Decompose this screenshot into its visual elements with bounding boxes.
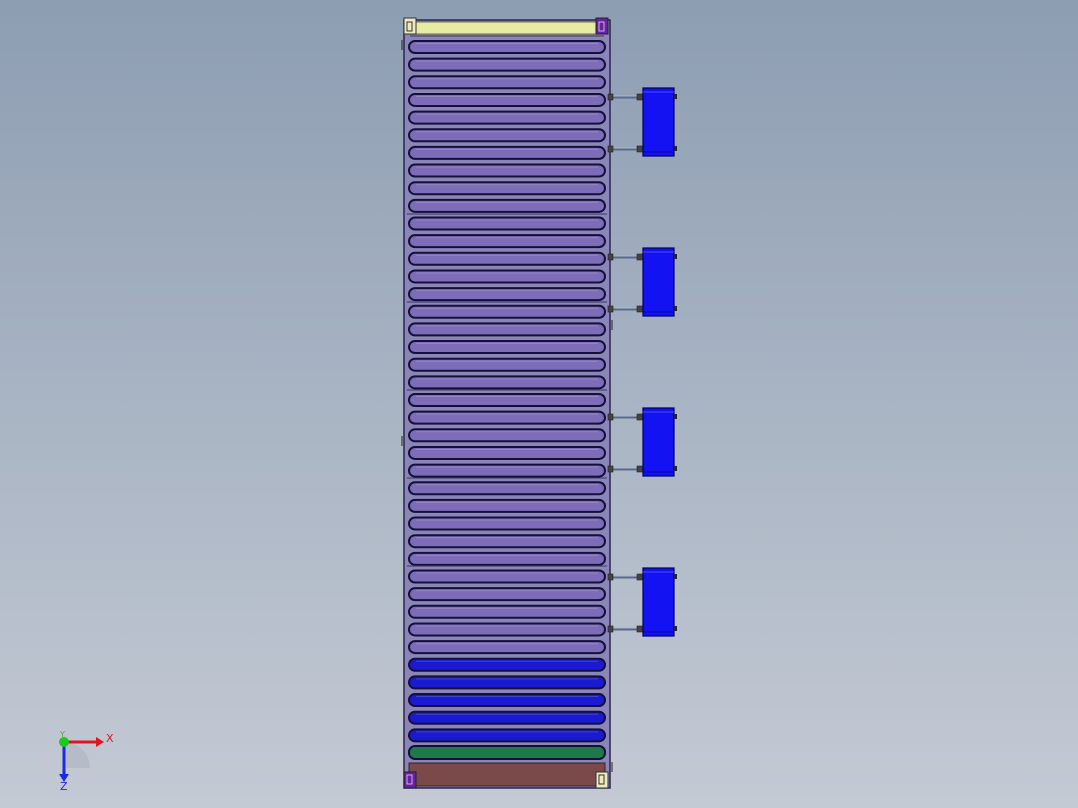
heat-tube xyxy=(408,40,606,54)
manifold-port xyxy=(674,306,677,311)
heat-tube xyxy=(408,728,606,743)
manifold-port xyxy=(674,254,677,259)
heat-tube xyxy=(408,163,606,178)
manifold-box xyxy=(642,247,675,317)
pipe-fitting xyxy=(607,465,614,473)
heat-tube xyxy=(408,445,606,460)
pipe-fitting xyxy=(607,145,614,153)
pipe-fitting xyxy=(636,93,644,101)
heat-tube xyxy=(408,693,606,708)
pipe-fitting xyxy=(607,93,614,101)
x-axis-head xyxy=(96,737,104,747)
pipe-fitting xyxy=(607,253,614,261)
heat-tube xyxy=(408,322,606,337)
pipe-fitting xyxy=(636,413,644,421)
heat-tube xyxy=(408,428,606,443)
heat-tube xyxy=(408,269,606,284)
heat-tube xyxy=(408,234,606,249)
heat-tube xyxy=(408,569,606,584)
heat-tube xyxy=(408,375,606,390)
heat-tube xyxy=(408,640,606,655)
corner-block-top-left xyxy=(403,17,417,35)
heat-tube xyxy=(408,304,606,319)
heat-tube xyxy=(408,393,606,407)
pipe-fitting xyxy=(636,573,644,581)
heat-tube xyxy=(408,145,606,160)
heat-tube xyxy=(408,587,606,602)
triad-plane-arc xyxy=(64,742,90,768)
heat-tube xyxy=(408,287,606,302)
heat-tube xyxy=(408,622,606,637)
manifold-port xyxy=(674,414,677,419)
heat-tube xyxy=(408,410,606,425)
heat-tube xyxy=(408,481,606,496)
heat-tube xyxy=(408,604,606,619)
bottom-block xyxy=(408,762,606,787)
heat-tube xyxy=(408,357,606,372)
manifold-port xyxy=(674,466,677,471)
heat-tube xyxy=(408,57,606,72)
heat-tube xyxy=(408,198,606,213)
manifold-box xyxy=(642,407,675,477)
heat-tube xyxy=(408,340,606,355)
top-bar xyxy=(409,21,605,35)
x-axis-label: X xyxy=(106,732,114,745)
pipe-fitting xyxy=(636,625,644,633)
corner-block-top-right xyxy=(595,17,609,35)
pipe-fitting xyxy=(607,625,614,633)
axis-triad: X Y Z xyxy=(59,730,114,793)
heat-tube xyxy=(408,534,606,549)
radiator-panel-model[interactable] xyxy=(0,0,1078,808)
heat-tube xyxy=(408,657,606,672)
heat-tube xyxy=(408,675,606,690)
heat-tube xyxy=(408,498,606,513)
corner-block-bottom-left xyxy=(403,771,417,789)
heat-tube xyxy=(408,710,606,725)
heat-tube xyxy=(408,110,606,125)
heat-tube xyxy=(408,251,606,266)
manifold-port xyxy=(674,626,677,631)
cad-graphics-viewport[interactable]: X Y Z xyxy=(0,0,1078,808)
heat-tube xyxy=(408,216,606,231)
manifold-port xyxy=(674,146,677,151)
green-tube xyxy=(408,745,606,760)
pipe-fitting xyxy=(607,305,614,313)
heat-tube xyxy=(408,92,606,107)
manifold-box xyxy=(642,87,675,157)
heat-tube xyxy=(408,128,606,143)
corner-block-bottom-right xyxy=(595,771,609,789)
pipe-fitting xyxy=(636,145,644,153)
manifold-port xyxy=(674,94,677,99)
y-axis-label: Y xyxy=(59,730,65,739)
heat-tube xyxy=(408,463,606,478)
heat-tube xyxy=(408,181,606,196)
pipe-fitting xyxy=(636,465,644,473)
pipe-fitting xyxy=(607,573,614,581)
heat-tube xyxy=(408,75,606,90)
manifold-port xyxy=(674,574,677,579)
manifold-box xyxy=(642,567,675,637)
pipe-fitting xyxy=(636,253,644,261)
z-axis-label: Z xyxy=(60,780,68,793)
pipe-fitting xyxy=(607,413,614,421)
heat-tube xyxy=(408,551,606,566)
pipe-fitting xyxy=(636,305,644,313)
heat-tube xyxy=(408,516,606,531)
